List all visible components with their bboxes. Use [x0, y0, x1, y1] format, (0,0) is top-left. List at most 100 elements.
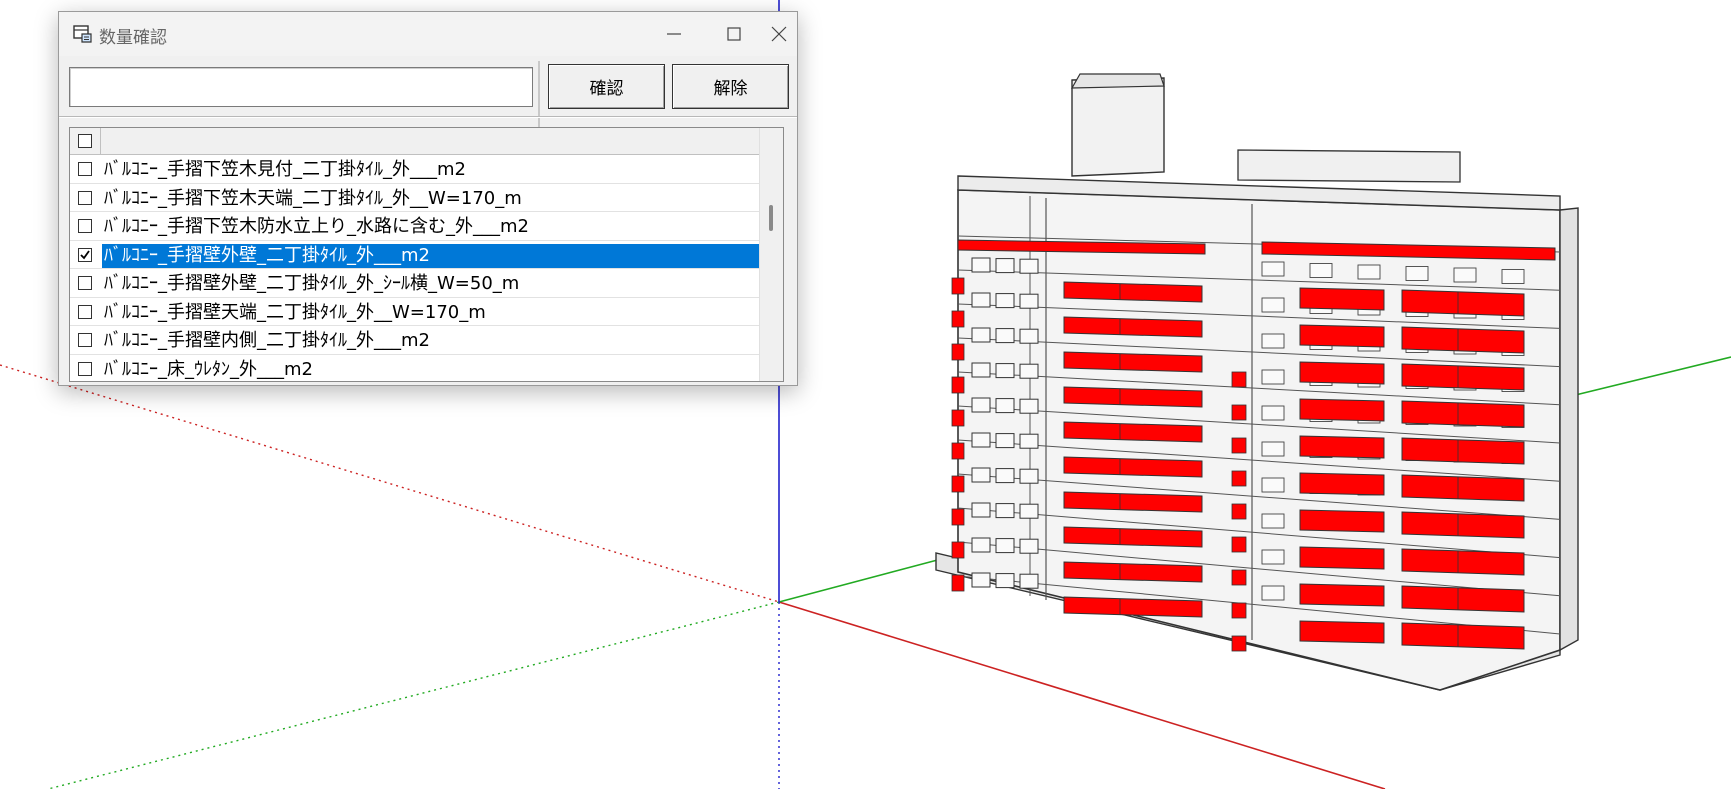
- list-item[interactable]: ﾊﾞﾙｺﾆｰ_手摺壁外壁_二丁掛ﾀｲﾙ_外___m2: [70, 241, 760, 269]
- window: [995, 503, 1015, 519]
- title-bar[interactable]: 数量確認: [59, 12, 797, 56]
- window: [995, 573, 1015, 589]
- window: [1453, 267, 1477, 283]
- window: [971, 397, 991, 413]
- window: [971, 362, 991, 378]
- list-header: [70, 128, 760, 155]
- item-list[interactable]: ﾊﾞﾙｺﾆｰ_手摺下笠木見付_二丁掛ﾀｲﾙ_外___m2 ﾊﾞﾙｺﾆｰ_手摺下笠木…: [69, 127, 784, 382]
- window: [1261, 333, 1285, 349]
- list-item[interactable]: ﾊﾞﾙｺﾆｰ_手摺下笠木見付_二丁掛ﾀｲﾙ_外___m2: [70, 155, 760, 184]
- balcony-highlight: [951, 376, 965, 394]
- list-item[interactable]: ﾊﾞﾙｺﾆｰ_手摺壁天端_二丁掛ﾀｲﾙ_外__W=170_m: [70, 298, 760, 326]
- window-title: 数量確認: [99, 28, 167, 48]
- list-item[interactable]: ﾊﾞﾙｺﾆｰ_手摺壁内側_二丁掛ﾀｲﾙ_外___m2: [70, 326, 760, 355]
- item-checkbox[interactable]: [78, 162, 92, 176]
- release-button[interactable]: 解除: [672, 64, 789, 109]
- list-item[interactable]: ﾊﾞﾙｺﾆｰ_床_ｳﾚﾀﾝ_外___m2: [70, 355, 760, 382]
- balcony-highlight: [951, 541, 965, 559]
- window: [1019, 258, 1039, 274]
- building-side: [1559, 207, 1579, 652]
- maximize-button[interactable]: [704, 12, 764, 56]
- maximize-icon: [727, 27, 741, 41]
- balcony-highlight: [1299, 620, 1385, 644]
- balcony-highlight: [1063, 351, 1203, 373]
- confirm-button[interactable]: 確認: [548, 64, 665, 109]
- header-checkbox-cell[interactable]: [70, 128, 101, 154]
- balcony-highlight: [1401, 326, 1525, 354]
- balcony-highlight: [1231, 536, 1247, 553]
- balcony-highlight: [1231, 602, 1247, 619]
- balcony-highlight: [1231, 437, 1247, 454]
- item-checkbox[interactable]: [78, 361, 92, 376]
- building-model[interactable]: [935, 73, 1579, 691]
- balcony-highlight: [1063, 491, 1203, 513]
- balcony-highlight: [1299, 472, 1385, 496]
- window: [1261, 477, 1285, 493]
- item-checkbox[interactable]: [78, 190, 92, 205]
- vertical-scrollbar[interactable]: [759, 128, 783, 381]
- balcony-highlight: [951, 343, 965, 361]
- balcony-highlight: [1063, 316, 1203, 338]
- item-checkbox[interactable]: [78, 304, 92, 319]
- window: [1261, 297, 1285, 313]
- green-axis-far: [1554, 356, 1731, 401]
- quantity-check-dialog[interactable]: 数量確認 確認 解除 ﾊﾞﾙｺﾆｰ_手摺下笠木見付_二丁掛ﾀｲﾙ_外___m2 …: [58, 11, 798, 386]
- balcony-highlight: [951, 310, 965, 328]
- green-axis-dotted: [47, 601, 780, 789]
- list-item-label: ﾊﾞﾙｺﾆｰ_手摺下笠木見付_二丁掛ﾀｲﾙ_外___m2: [104, 159, 466, 180]
- list-item[interactable]: ﾊﾞﾙｺﾆｰ_手摺下笠木防水立上り_水路に含む_外___m2: [70, 212, 760, 241]
- window: [995, 258, 1015, 274]
- balcony-highlight: [1299, 361, 1385, 385]
- window: [1261, 261, 1285, 277]
- item-checkbox[interactable]: [78, 276, 92, 290]
- balcony-highlight: [1231, 404, 1247, 421]
- list-item[interactable]: ﾊﾞﾙｺﾆｰ_手摺壁外壁_二丁掛ﾀｲﾙ_外_ｼｰﾙ横_W=50_m: [70, 269, 760, 298]
- window: [1261, 405, 1285, 421]
- balcony-highlight: [1299, 324, 1385, 348]
- list-item-label: ﾊﾞﾙｺﾆｰ_床_ｳﾚﾀﾝ_外___m2: [104, 358, 313, 380]
- window: [971, 467, 991, 483]
- item-checkbox[interactable]: [78, 333, 92, 347]
- close-button[interactable]: [764, 12, 797, 56]
- balcony-highlight: [1231, 635, 1247, 652]
- balcony-highlight: [1401, 400, 1525, 428]
- window: [1261, 513, 1285, 529]
- window: [1261, 441, 1285, 457]
- list-item-label: ﾊﾞﾙｺﾆｰ_手摺壁外壁_二丁掛ﾀｲﾙ_外_ｼｰﾙ横_W=50_m: [104, 273, 520, 294]
- window: [1261, 369, 1285, 385]
- window: [971, 432, 991, 448]
- app-icon: [73, 25, 93, 43]
- window: [1019, 398, 1039, 414]
- balcony-highlight: [951, 277, 965, 295]
- balcony-highlight: [1063, 386, 1203, 408]
- check-icon: [80, 249, 90, 259]
- minimize-button[interactable]: [644, 12, 704, 56]
- balcony-highlight: [1231, 470, 1247, 487]
- window: [1501, 269, 1525, 284]
- window: [995, 398, 1015, 414]
- list-item-label: ﾊﾞﾙｺﾆｰ_手摺下笠木防水立上り_水路に含む_外___m2: [104, 216, 529, 237]
- balcony-highlight: [1231, 371, 1247, 388]
- balcony-highlight: [1063, 561, 1203, 583]
- select-all-checkbox[interactable]: [78, 134, 92, 148]
- search-input[interactable]: [69, 67, 533, 107]
- balcony-highlight: [1401, 511, 1525, 539]
- balcony-highlight: [1299, 435, 1385, 459]
- window: [1309, 263, 1333, 278]
- window: [971, 537, 991, 553]
- balcony-highlight: [1231, 503, 1247, 520]
- scroll-thumb[interactable]: [769, 205, 773, 231]
- list-item[interactable]: ﾊﾞﾙｺﾆｰ_手摺下笠木天端_二丁掛ﾀｲﾙ_外__W=170_m: [70, 184, 760, 212]
- balcony-highlight: [951, 442, 965, 460]
- item-checkbox[interactable]: [78, 219, 92, 233]
- list-rows: ﾊﾞﾙｺﾆｰ_手摺下笠木見付_二丁掛ﾀｲﾙ_外___m2 ﾊﾞﾙｺﾆｰ_手摺下笠木…: [70, 155, 760, 382]
- balcony-highlight: [1299, 398, 1385, 422]
- window: [1019, 503, 1039, 519]
- balcony-highlight: [951, 574, 965, 592]
- balcony-highlight: [1401, 474, 1525, 502]
- window: [971, 257, 991, 273]
- item-checkbox[interactable]: [78, 247, 92, 262]
- close-icon: [771, 26, 787, 42]
- stair-tower: [1071, 77, 1165, 177]
- balcony-highlight: [1401, 548, 1525, 576]
